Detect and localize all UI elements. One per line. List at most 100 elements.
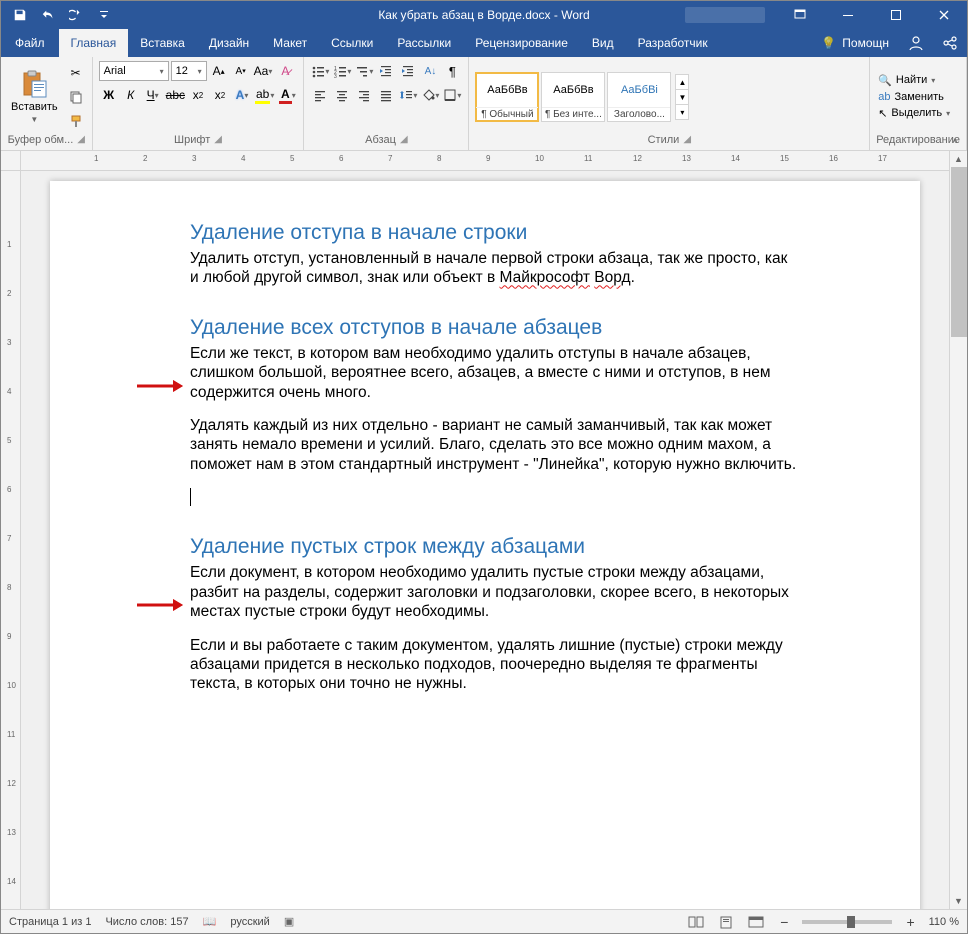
close-button[interactable] — [921, 1, 967, 29]
doc-paragraph[interactable]: Удалять каждый из них отдельно - вариант… — [190, 416, 800, 474]
save-button[interactable] — [7, 3, 33, 27]
align-center-button[interactable] — [332, 85, 352, 105]
font-dialog-launcher[interactable]: ◢ — [214, 133, 222, 147]
grow-font-button[interactable]: A▴ — [209, 61, 229, 81]
styles-scroll-up[interactable]: ▲ — [675, 74, 689, 90]
numbering-button[interactable]: 123▾ — [332, 61, 352, 81]
scroll-track[interactable] — [951, 167, 967, 893]
tab-view[interactable]: Вид — [580, 29, 626, 57]
qat-customize-button[interactable] — [91, 3, 117, 27]
web-layout-button[interactable] — [746, 913, 766, 931]
highlight-button[interactable]: ab▾ — [254, 85, 275, 105]
zoom-knob[interactable] — [847, 916, 855, 928]
subscript-button[interactable]: x2 — [188, 85, 208, 105]
page[interactable]: Удаление отступа в начале строки Удалить … — [50, 181, 920, 909]
vertical-scrollbar[interactable]: ▲ ▼ — [949, 151, 967, 909]
replace-button[interactable]: abЗаменить — [876, 90, 952, 104]
minimize-button[interactable] — [825, 1, 871, 29]
format-painter-button[interactable] — [66, 111, 86, 131]
status-words[interactable]: Число слов: 157 — [105, 916, 188, 928]
status-page[interactable]: Страница 1 из 1 — [9, 916, 91, 928]
zoom-level[interactable]: 110 % — [929, 916, 959, 928]
share-button[interactable] — [933, 29, 967, 57]
style-normal[interactable]: АаБбВв ¶ Обычный — [475, 72, 539, 122]
doc-paragraph[interactable]: Если же текст, в котором вам необходимо … — [190, 344, 800, 402]
tab-design[interactable]: Дизайн — [197, 29, 261, 57]
tab-review[interactable]: Рецензирование — [463, 29, 580, 57]
bold-button[interactable]: Ж — [99, 85, 119, 105]
find-button[interactable]: 🔍Найти▾ — [876, 73, 952, 88]
maximize-button[interactable] — [873, 1, 919, 29]
select-button[interactable]: ↖Выделить▾ — [876, 106, 952, 121]
show-marks-button[interactable]: ¶ — [442, 61, 462, 81]
line-spacing-button[interactable]: ▾ — [398, 85, 418, 105]
doc-paragraph[interactable]: Если и вы работаете с таким документом, … — [190, 636, 800, 694]
underline-button[interactable]: Ч▾ — [143, 85, 163, 105]
font-name-value: Arial — [104, 65, 126, 77]
doc-paragraph[interactable]: Если документ, в котором необходимо удал… — [190, 563, 800, 621]
ribbon-display-button[interactable] — [777, 1, 823, 29]
style-heading1[interactable]: АаБбВі Заголово... — [607, 72, 671, 122]
align-left-button[interactable] — [310, 85, 330, 105]
status-language[interactable]: русский — [230, 916, 269, 928]
doc-paragraph[interactable]: Удалить отступ, установленный в начале п… — [190, 249, 800, 288]
tab-references[interactable]: Ссылки — [319, 29, 385, 57]
scroll-up-button[interactable]: ▲ — [951, 151, 967, 167]
doc-cursor-line[interactable] — [190, 488, 800, 507]
redo-button[interactable] — [63, 3, 89, 27]
tell-me[interactable]: 💡 Помощн — [821, 29, 899, 57]
scroll-thumb[interactable] — [951, 167, 967, 337]
vertical-ruler[interactable]: 123456789101112131415 — [1, 171, 21, 909]
multilevel-list-button[interactable]: ▾ — [354, 61, 374, 81]
styles-dialog-launcher[interactable]: ◢ — [683, 133, 691, 147]
zoom-out-button[interactable]: − — [776, 914, 792, 930]
styles-scroll-down[interactable]: ▼ — [675, 89, 689, 105]
copy-button[interactable] — [66, 87, 86, 107]
styles-expand[interactable]: ▾ — [675, 104, 689, 120]
paragraph-dialog-launcher[interactable]: ◢ — [400, 133, 408, 147]
clear-formatting-button[interactable]: A̷ — [275, 61, 295, 81]
superscript-button[interactable]: x2 — [210, 85, 230, 105]
increase-indent-button[interactable] — [398, 61, 418, 81]
align-right-button[interactable] — [354, 85, 374, 105]
font-name-combo[interactable]: Arial▾ — [99, 61, 169, 81]
decrease-indent-button[interactable] — [376, 61, 396, 81]
print-layout-button[interactable] — [716, 913, 736, 931]
clipboard-dialog-launcher[interactable]: ◢ — [77, 133, 85, 147]
tab-mailings[interactable]: Рассылки — [385, 29, 463, 57]
sort-button[interactable]: A↓ — [420, 61, 440, 81]
font-color-button[interactable]: A▾ — [277, 85, 297, 105]
shading-button[interactable]: ▾ — [420, 85, 440, 105]
scroll-down-button[interactable]: ▼ — [951, 893, 967, 909]
style-no-spacing[interactable]: АаБбВв ¶ Без инте... — [541, 72, 605, 122]
shrink-font-button[interactable]: A▾ — [231, 61, 251, 81]
zoom-in-button[interactable]: + — [902, 914, 918, 930]
account-badge[interactable] — [685, 7, 765, 23]
tab-file[interactable]: Файл — [1, 29, 59, 57]
text-effects-button[interactable]: A▾ — [232, 85, 252, 105]
change-case-button[interactable]: Aa▾ — [253, 61, 274, 81]
tab-insert[interactable]: Вставка — [128, 29, 197, 57]
horizontal-ruler[interactable]: 1234567891011121314151617 — [21, 151, 949, 171]
justify-button[interactable] — [376, 85, 396, 105]
doc-heading[interactable]: Удаление отступа в начале строки — [190, 221, 800, 245]
strikethrough-button[interactable]: abc — [165, 85, 186, 105]
italic-button[interactable]: К — [121, 85, 141, 105]
zoom-slider[interactable] — [802, 920, 892, 924]
tab-layout[interactable]: Макет — [261, 29, 319, 57]
account-icon[interactable] — [899, 29, 933, 57]
borders-button[interactable]: ▾ — [442, 85, 462, 105]
doc-heading[interactable]: Удаление всех отступов в начале абзацев — [190, 316, 800, 340]
collapse-ribbon-button[interactable]: ˄ — [947, 134, 963, 148]
doc-heading[interactable]: Удаление пустых строк между абзацами — [190, 535, 800, 559]
tab-home[interactable]: Главная — [59, 29, 129, 57]
spellcheck-icon[interactable]: 📖 — [203, 915, 217, 928]
macro-record-icon[interactable]: ▣ — [284, 915, 294, 928]
read-mode-button[interactable] — [686, 913, 706, 931]
font-size-combo[interactable]: 12▾ — [171, 61, 207, 81]
undo-button[interactable] — [35, 3, 61, 27]
paste-button[interactable]: Вставить ▼ — [7, 67, 62, 126]
bullets-button[interactable]: ▾ — [310, 61, 330, 81]
tab-developer[interactable]: Разработчик — [626, 29, 720, 57]
cut-button[interactable]: ✂ — [66, 63, 86, 83]
